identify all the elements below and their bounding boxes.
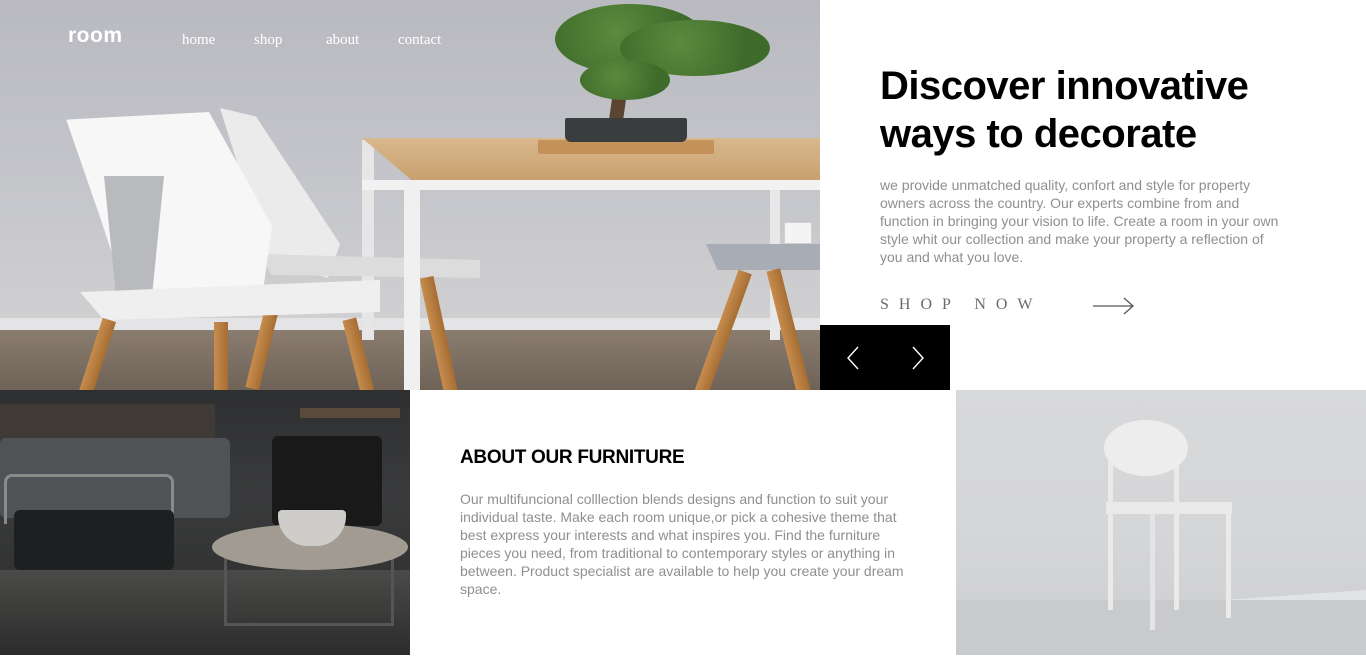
shop-now-link[interactable]: SHOP NOW: [880, 296, 1134, 315]
nav-item-shop[interactable]: shop: [254, 32, 282, 49]
nav-item-about[interactable]: about: [326, 32, 359, 49]
logo[interactable]: room: [68, 24, 123, 48]
about-description: Our multifuncional colllection blends de…: [460, 491, 904, 597]
white-chair-image: [956, 390, 1366, 655]
nav-item-contact[interactable]: contact: [398, 32, 441, 49]
chevron-right-icon: [911, 346, 924, 369]
arrow-right-icon: [1093, 297, 1134, 315]
nav-item-home[interactable]: home: [182, 32, 215, 49]
about-title: ABOUT OUR FURNITURE: [460, 447, 685, 468]
shop-now-label: SHOP NOW: [880, 296, 1043, 313]
slider-next-button[interactable]: [885, 325, 950, 390]
hero-description: we provide unmatched quality, confort an…: [880, 177, 1279, 265]
chevron-left-icon: [846, 346, 859, 369]
hero-image: [0, 0, 820, 390]
dark-room-image: [0, 390, 410, 655]
slider-prev-button[interactable]: [820, 325, 885, 390]
hero-title: Discover innovative ways to decorate: [880, 64, 1249, 156]
slider-controls: [820, 325, 950, 390]
